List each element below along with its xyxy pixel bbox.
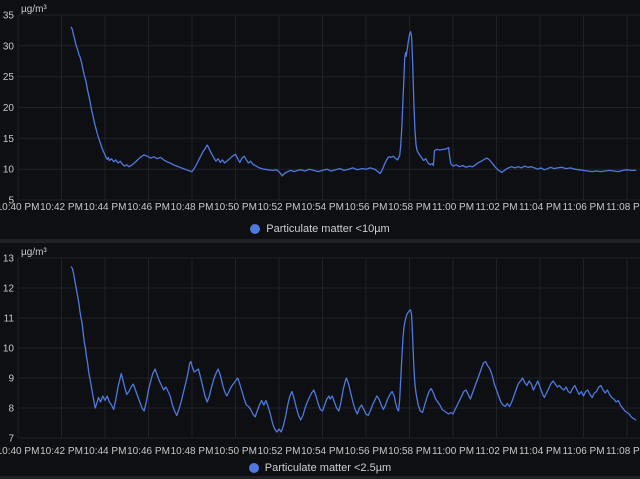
legend-dot-icon (250, 224, 260, 234)
series-line (71, 27, 635, 176)
y-tick-label: 12 (3, 284, 15, 295)
x-tick-label: 11:02 PM (475, 446, 517, 457)
pm25-legend-item[interactable]: Particulate matter <2.5µm (0, 460, 640, 476)
y-tick-label: 10 (3, 344, 15, 355)
legend-label: Particulate matter <2.5µm (265, 462, 391, 474)
y-tick-label: 25 (3, 72, 15, 83)
x-tick-label: 10:44 PM (84, 446, 127, 457)
x-tick-label: 10:42 PM (40, 202, 83, 213)
x-tick-label: 10:50 PM (214, 202, 257, 213)
legend-label: Particulate matter <10µm (266, 223, 389, 235)
y-tick-label: 35 (3, 11, 15, 22)
y-tick-label: 30 (3, 41, 15, 52)
x-tick-label: 10:46 PM (127, 202, 170, 213)
panel-pm25: 7 8 9 10 11 12 13 10:40 PM10:42 PM10:44 PM10:46… (0, 243, 640, 476)
y-tick-label: 11 (4, 314, 15, 325)
x-tick-label: 10:40 PM (0, 446, 39, 457)
x-tick-label: 11:06 PM (562, 446, 604, 457)
x-tick-label: 10:56 PM (345, 202, 388, 213)
x-tick-label: 10:42 PM (40, 446, 83, 457)
legend-dot-icon (249, 463, 259, 473)
x-tick-label: 11:04 PM (519, 446, 561, 457)
y-tick-label: 8 (8, 404, 14, 415)
x-tick-label: 10:58 PM (388, 202, 431, 213)
series-line (71, 267, 635, 432)
pm10-chart-plot[interactable]: 510152025303510:40 PM10:42 PM10:44 PM10:… (0, 0, 640, 219)
y-tick-label: 15 (3, 134, 15, 145)
x-tick-label: 10:58 PM (388, 446, 431, 457)
x-tick-label: 11:06 PM (562, 202, 604, 213)
pm10-legend-item[interactable]: Particulate matter <10µm (0, 221, 640, 237)
y-tick-label: 13 (3, 254, 15, 265)
y-tick-label: 7 (8, 434, 14, 445)
x-tick-label: 10:46 PM (127, 446, 170, 457)
x-tick-label: 11:00 PM (432, 202, 474, 213)
x-tick-label: 10:40 PM (0, 202, 39, 213)
x-tick-label: 10:52 PM (258, 446, 301, 457)
y-tick-label: 20 (3, 103, 15, 114)
x-tick-label: 10:48 PM (171, 446, 214, 457)
x-tick-label: 10:56 PM (345, 446, 388, 457)
x-tick-label: 11:02 PM (475, 202, 517, 213)
x-tick-label: 11:08 PM (606, 202, 640, 213)
x-tick-label: 11:08 PM (606, 446, 640, 457)
x-tick-label: 11:00 PM (432, 446, 474, 457)
x-tick-label: 11:04 PM (519, 202, 561, 213)
x-tick-label: 10:52 PM (258, 202, 301, 213)
axis-unit-label: µg/m³ (21, 247, 47, 258)
x-tick-label: 10:54 PM (301, 202, 344, 213)
x-tick-label: 10:50 PM (214, 446, 257, 457)
x-tick-label: 10:48 PM (171, 202, 214, 213)
y-tick-label: 9 (8, 374, 14, 385)
panel-pm10: 510152025303510:40 PM10:42 PM10:44 PM10:… (0, 0, 640, 239)
x-tick-label: 10:44 PM (84, 202, 127, 213)
x-tick-label: 10:54 PM (301, 446, 344, 457)
axis-unit-label: µg/m³ (21, 4, 47, 15)
pm25-chart-plot[interactable]: 7 8 9 10 11 12 13 10:40 PM10:42 PM10:44 PM10:46… (0, 243, 640, 459)
y-tick-label: 10 (3, 165, 15, 176)
